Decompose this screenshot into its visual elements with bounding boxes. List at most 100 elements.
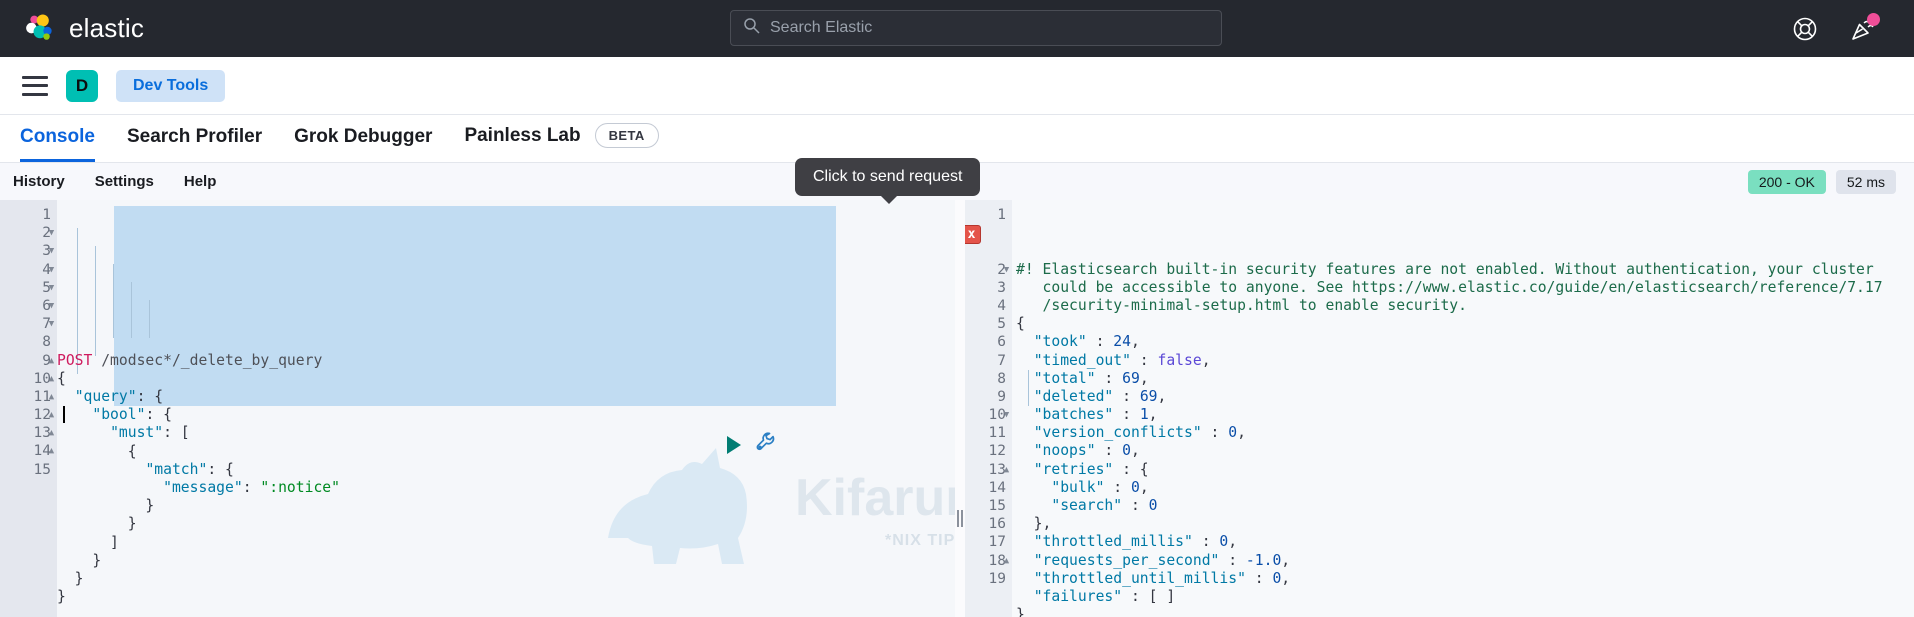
code-token: } [57, 588, 66, 605]
code-line: { [1016, 315, 1914, 333]
line-number: 5▼ [0, 279, 57, 297]
request-code-area[interactable]: 12▼3▼4▼5▼6▼7▼89▲10▲11▲12▲13▲14▲15 POST /… [0, 200, 955, 617]
code-token: /security-minimal-setup.html to enable s… [1016, 297, 1467, 314]
wrench-settings-icon[interactable] [755, 431, 777, 458]
tab-console[interactable]: Console [20, 126, 95, 162]
code-token [1016, 588, 1034, 605]
code-token [1016, 370, 1034, 387]
elastic-brand[interactable]: elastic [0, 12, 144, 46]
code-token: 1 [1140, 406, 1149, 423]
hamburger-menu-icon[interactable] [22, 76, 48, 96]
code-token: }, [1016, 515, 1051, 532]
code-token [1016, 442, 1034, 459]
code-token [57, 388, 75, 405]
code-token: : { [145, 406, 172, 423]
console-split-view: Kifarunix *NIX TIPS & TUTORIALS 12▼3▼4▼5… [0, 200, 1914, 617]
code-token: , [1131, 333, 1140, 350]
code-line: "timed_out" : false, [1016, 352, 1914, 370]
code-line: could be accessible to anyone. See https… [1016, 279, 1914, 297]
pane-splitter[interactable] [955, 200, 965, 617]
party-popper-icon[interactable] [1850, 16, 1876, 42]
code-line: ] [57, 534, 955, 552]
code-token: 0 [1131, 479, 1140, 496]
code-line: "noops" : 0, [1016, 442, 1914, 460]
code-line: "must": [ [57, 424, 955, 442]
code-line: "deleted" : 69, [1016, 388, 1914, 406]
code-token: } [57, 552, 101, 569]
play-send-request-icon[interactable] [727, 436, 741, 454]
toolbar-item-settings[interactable]: Settings [95, 173, 154, 190]
code-line: /security-minimal-setup.html to enable s… [1016, 297, 1914, 315]
code-token: "match" [145, 461, 207, 478]
code-token: , [1131, 442, 1140, 459]
indent-guide [95, 246, 96, 356]
code-token [1016, 352, 1034, 369]
tab-label: Console [20, 126, 95, 148]
toolbar-item-help[interactable]: Help [184, 173, 217, 190]
tab-label: Grok Debugger [294, 126, 432, 148]
code-token: "message" [163, 479, 243, 496]
tab-grok-debugger[interactable]: Grok Debugger [294, 126, 432, 162]
response-code: #! Elasticsearch built-in security featu… [1012, 200, 1914, 617]
breadcrumb-item-dev-tools[interactable]: Dev Tools [116, 70, 225, 102]
line-number: 11▲ [0, 388, 57, 406]
indent-guide [131, 282, 132, 338]
code-token [1016, 406, 1034, 423]
brand-name: elastic [69, 13, 144, 44]
code-token: : [1096, 370, 1123, 387]
code-token: , [1149, 406, 1158, 423]
code-token: "requests_per_second" [1034, 552, 1220, 569]
beta-badge: BETA [595, 123, 659, 148]
code-token: "deleted" [1034, 388, 1114, 405]
response-pane[interactable]: x 12▼345678910▼111213▲1415161718▲19 #! E… [955, 200, 1914, 617]
code-line: "throttled_millis" : 0, [1016, 533, 1914, 551]
search-input[interactable] [770, 19, 1209, 37]
code-line: "bulk" : 0, [1016, 479, 1914, 497]
code-token: : [ [163, 424, 190, 441]
line-number: 14▲ [0, 442, 57, 460]
code-line: { [57, 443, 955, 461]
tab-painless-lab[interactable]: Painless LabBETA [464, 123, 658, 162]
drag-handle-icon[interactable] [957, 510, 963, 527]
tab-search-profiler[interactable]: Search Profiler [127, 126, 262, 162]
code-token: } [57, 515, 137, 532]
toolbar-item-history[interactable]: History [13, 173, 65, 190]
code-token: : [1202, 424, 1229, 441]
indent-guide [113, 264, 114, 338]
code-token: , [1228, 533, 1237, 550]
code-token [1016, 424, 1034, 441]
code-line [57, 606, 955, 617]
code-token: : [1104, 479, 1131, 496]
code-line: "query": { [57, 388, 955, 406]
code-token: { [57, 370, 66, 387]
space-avatar[interactable]: D [66, 70, 98, 102]
code-token: } [57, 570, 84, 587]
code-token [1016, 479, 1051, 496]
lifebuoy-help-icon[interactable] [1792, 16, 1818, 42]
response-code-area[interactable]: x 12▼345678910▼111213▲1415161718▲19 #! E… [956, 200, 1914, 617]
code-line: "bool": { [57, 406, 955, 424]
code-token: #! Elasticsearch built-in security featu… [1016, 261, 1874, 278]
code-token: 0 [1219, 533, 1228, 550]
code-line: } [57, 515, 955, 533]
editor-action-icons [727, 431, 777, 458]
code-line: "took" : 24, [1016, 333, 1914, 351]
code-line: } [57, 497, 955, 515]
elastic-logo-icon [22, 12, 56, 46]
code-token: "noops" [1034, 442, 1096, 459]
app-tabs: Console Search Profiler Grok Debugger Painl… [0, 115, 1914, 163]
request-code[interactable]: POST /modsec*/_delete_by_query{ "query":… [57, 200, 955, 617]
code-token: 69 [1122, 370, 1140, 387]
code-token: "must" [110, 424, 163, 441]
code-token [1016, 570, 1034, 587]
code-token: , [1237, 424, 1246, 441]
request-editor-pane[interactable]: Kifarunix *NIX TIPS & TUTORIALS 12▼3▼4▼5… [0, 200, 955, 617]
line-number: 1 [0, 206, 57, 224]
code-token: : [1219, 552, 1246, 569]
code-token [1016, 497, 1051, 514]
code-token: "version_conflicts" [1034, 424, 1202, 441]
code-token: , [1281, 570, 1290, 587]
global-search[interactable] [730, 10, 1222, 46]
code-token: : [1131, 352, 1158, 369]
code-line: "message": ":notice" [57, 479, 955, 497]
